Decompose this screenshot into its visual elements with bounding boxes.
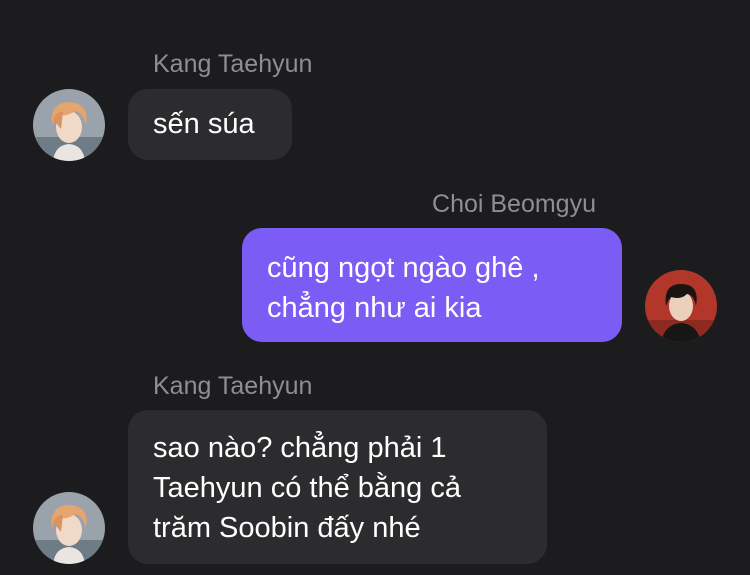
- avatar-kang-taehyun[interactable]: [33, 89, 105, 161]
- sender-name: Choi Beomgyu: [432, 190, 596, 218]
- sender-name: Kang Taehyun: [153, 50, 313, 78]
- avatar-choi-beomgyu[interactable]: [645, 270, 717, 342]
- message-bubble[interactable]: cũng ngọt ngào ghê , chẳng như ai kia: [242, 228, 622, 342]
- message-text: trăm Soobin đấy nhé: [153, 512, 421, 544]
- message-text: sao nào? chẳng phải 1: [153, 432, 447, 464]
- message-text: Taehyun có thể bằng cả: [153, 472, 461, 504]
- avatar-kang-taehyun[interactable]: [33, 492, 105, 564]
- avatar-photo: [33, 492, 105, 564]
- message-text: chẳng như ai kia: [267, 292, 482, 324]
- message-text: cũng ngọt ngào ghê ,: [267, 252, 540, 284]
- message-bubble[interactable]: sến súa: [128, 89, 292, 160]
- sender-name: Kang Taehyun: [153, 372, 313, 400]
- avatar-photo: [33, 89, 105, 161]
- message-bubble[interactable]: sao nào? chẳng phải 1 Taehyun có thể bằn…: [128, 410, 547, 564]
- message-text: sến súa: [153, 108, 255, 140]
- avatar-photo: [645, 270, 717, 342]
